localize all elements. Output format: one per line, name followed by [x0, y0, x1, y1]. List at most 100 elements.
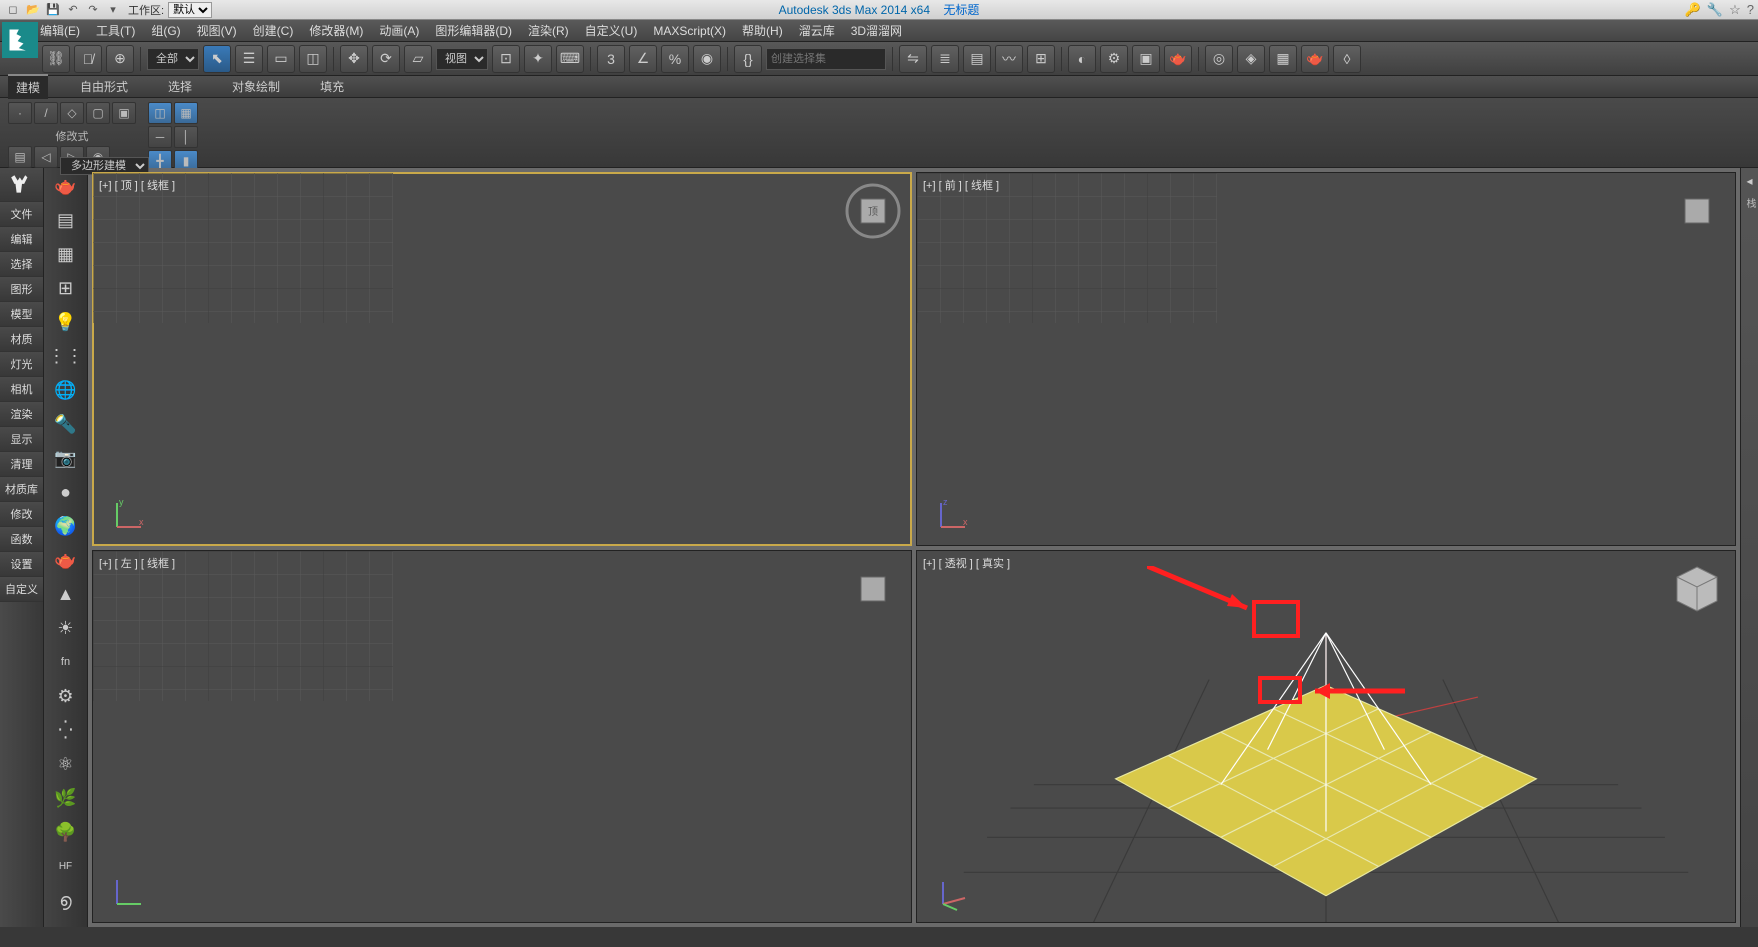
camera-icon[interactable]: 📷 [50, 444, 82, 472]
earth-icon[interactable]: 🌍 [50, 512, 82, 540]
star-icon[interactable]: ☆ [1729, 2, 1741, 18]
mirror-icon[interactable]: ⇋ [899, 45, 927, 73]
ribbon-tab-selection[interactable]: 选择 [160, 75, 200, 98]
menu-edit[interactable]: 编辑(E) [40, 22, 80, 39]
cat-function[interactable]: 函数 [0, 527, 43, 552]
viewport-top-label[interactable]: [+] [ 顶 ] [ 线框 ] [99, 177, 175, 193]
cat-matlib[interactable]: 材质库 [0, 477, 43, 502]
cat-material[interactable]: 材质 [0, 327, 43, 352]
cat-render[interactable]: 渲染 [0, 402, 43, 427]
qat-save-icon[interactable]: 💾 [44, 2, 62, 18]
menu-group[interactable]: 组(G) [151, 22, 180, 39]
layers-icon[interactable]: ▤ [963, 45, 991, 73]
cone-icon[interactable]: ▲ [50, 580, 82, 608]
cat-display[interactable]: 显示 [0, 427, 43, 452]
named-sets-icon[interactable]: {} [734, 45, 762, 73]
ribbon-tab-freeform[interactable]: 自由形式 [72, 75, 136, 98]
cat-modify[interactable]: 修改 [0, 502, 43, 527]
ribbon-tab-populate[interactable]: 填充 [312, 75, 352, 98]
app-logo-icon[interactable] [2, 22, 38, 58]
left-viewcube-icon[interactable] [845, 561, 901, 617]
layers-icon[interactable]: ▤ [50, 206, 82, 234]
menu-liuyun[interactable]: 溜云库 [799, 22, 835, 39]
menu-render[interactable]: 渲染(R) [528, 22, 569, 39]
pivot-icon[interactable]: ⊡ [492, 45, 520, 73]
menu-view[interactable]: 视图(V) [197, 22, 237, 39]
snap-toggle-icon[interactable]: 3 [597, 45, 625, 73]
cat-camera[interactable]: 相机 [0, 377, 43, 402]
menu-animation[interactable]: 动画(A) [379, 22, 419, 39]
extra5-icon[interactable]: ◊ [1333, 45, 1361, 73]
qat-undo-icon[interactable]: ↶ [64, 2, 82, 18]
subobj-poly-icon[interactable]: ▢ [86, 102, 110, 124]
selection-filter-select[interactable]: 全部 [147, 48, 199, 70]
swirl-icon[interactable]: ൭ [50, 886, 82, 914]
constraint-x-icon[interactable]: ─ [148, 126, 172, 148]
key-icon[interactable]: 🔑 [1685, 2, 1701, 18]
render-setup-icon[interactable]: ⚙ [1100, 45, 1128, 73]
dots-icon[interactable]: ⁛ [50, 716, 82, 744]
swift-loop-icon[interactable]: ▦ [174, 102, 198, 124]
sun-icon[interactable]: ☀ [50, 614, 82, 642]
cat-settings[interactable]: 设置 [0, 552, 43, 577]
cat-custom[interactable]: 自定义 [0, 577, 43, 602]
persp-viewcube-icon[interactable] [1669, 561, 1725, 617]
extra3-icon[interactable]: ▦ [1269, 45, 1297, 73]
ribbon-tab-modeling[interactable]: 建模 [8, 74, 48, 99]
help-icon[interactable]: ? [1747, 2, 1754, 18]
spinner-snap-icon[interactable]: ◉ [693, 45, 721, 73]
teapot2-icon[interactable]: 🫖 [50, 546, 82, 574]
selection-set-input[interactable] [766, 48, 886, 70]
menu-modifiers[interactable]: 修改器(M) [309, 22, 363, 39]
menu-maxscript[interactable]: MAXScript(X) [653, 24, 726, 38]
extra2-icon[interactable]: ◈ [1237, 45, 1265, 73]
atom-icon[interactable]: ⚛ [50, 750, 82, 778]
menu-3dliuliu[interactable]: 3D溜溜网 [851, 22, 902, 39]
preview-icon[interactable]: ◫ [148, 102, 172, 124]
select-tool-icon[interactable]: ⬉ [203, 45, 231, 73]
move-tool-icon[interactable]: ✥ [340, 45, 368, 73]
unlink-icon[interactable]: ⛓̸ [74, 45, 102, 73]
select-name-icon[interactable]: ☰ [235, 45, 263, 73]
schematic-icon[interactable]: ⊞ [1027, 45, 1055, 73]
rotate-tool-icon[interactable]: ⟳ [372, 45, 400, 73]
menu-tools[interactable]: 工具(T) [96, 22, 135, 39]
material-editor-icon[interactable]: ◐ [1068, 45, 1096, 73]
cat-cleanup[interactable]: 清理 [0, 452, 43, 477]
viewport-left-label[interactable]: [+] [ 左 ] [ 线框 ] [99, 555, 175, 571]
cat-file[interactable]: 文件 [0, 202, 43, 227]
wrench-icon[interactable]: 🔧 [1707, 2, 1723, 18]
align-icon[interactable]: ≣ [931, 45, 959, 73]
qat-open-icon[interactable]: 📂 [24, 2, 42, 18]
spotlight-icon[interactable]: 🔦 [50, 410, 82, 438]
extra4-icon[interactable]: 🫖 [1301, 45, 1329, 73]
qat-redo-icon[interactable]: ↷ [84, 2, 102, 18]
link-icon[interactable]: ⛓ [42, 45, 70, 73]
qat-new-icon[interactable]: ◻ [4, 2, 22, 18]
viewport-perspective[interactable]: [+] [ 透视 ] [ 真实 ] [916, 550, 1736, 924]
subobj-edge-icon[interactable]: / [34, 102, 58, 124]
prev-mod-icon[interactable]: ◁ [34, 146, 58, 168]
select-region-icon[interactable]: ▭ [267, 45, 295, 73]
cat-shape[interactable]: 图形 [0, 277, 43, 302]
qat-dropdown-icon[interactable]: ▾ [104, 2, 122, 18]
viewport-front[interactable]: [+] [ 前 ] [ 线框 ] z x [916, 172, 1736, 546]
menu-create[interactable]: 创建(C) [253, 22, 294, 39]
command-panel-toggle-icon[interactable]: ◂ [1746, 174, 1752, 188]
front-viewcube-icon[interactable] [1669, 183, 1725, 239]
sphere-icon[interactable]: ● [50, 478, 82, 506]
percent-snap-icon[interactable]: % [661, 45, 689, 73]
fn-icon[interactable]: fn [50, 648, 82, 676]
vertex-icon[interactable]: ⋮⋮ [50, 342, 82, 370]
chart-icon[interactable]: ▦ [50, 240, 82, 268]
bulb-icon[interactable]: 💡 [50, 308, 82, 336]
ribbon-tab-objectpaint[interactable]: 对象绘制 [224, 75, 288, 98]
globe-icon[interactable]: 🌐 [50, 376, 82, 404]
menu-customize[interactable]: 自定义(U) [585, 22, 638, 39]
window-crossing-icon[interactable]: ◫ [299, 45, 327, 73]
cat-model[interactable]: 模型 [0, 302, 43, 327]
keyboard-shortcut-icon[interactable]: ⌨ [556, 45, 584, 73]
constraint-y-icon[interactable]: │ [174, 126, 198, 148]
cat-light[interactable]: 灯光 [0, 352, 43, 377]
top-viewcube-icon[interactable]: 顶 [845, 183, 901, 239]
